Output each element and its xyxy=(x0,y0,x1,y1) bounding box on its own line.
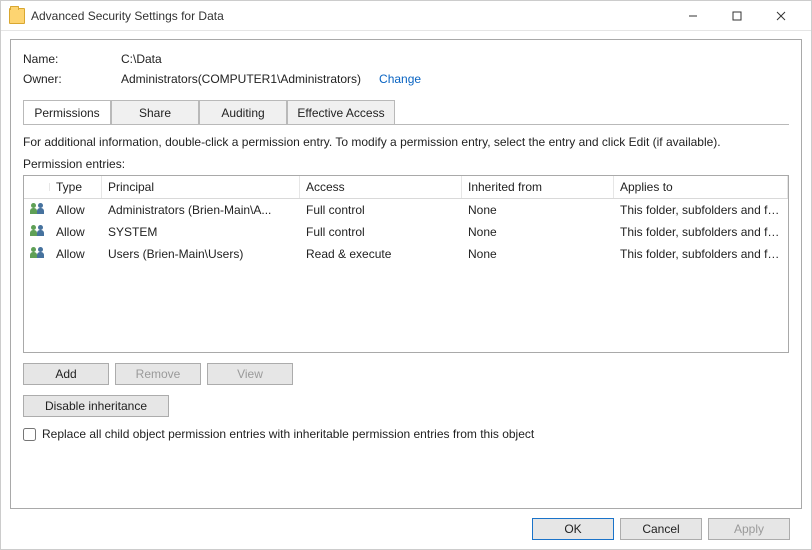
cell-applies: This folder, subfolders and files xyxy=(614,245,788,263)
entry-buttons: Add Remove View xyxy=(23,363,789,385)
cell-principal: Users (Brien-Main\Users) xyxy=(102,245,300,263)
tab-strip: Permissions Share Auditing Effective Acc… xyxy=(23,100,789,125)
minimize-button[interactable] xyxy=(671,2,715,30)
tab-share[interactable]: Share xyxy=(111,100,199,125)
users-group-icon xyxy=(30,247,46,261)
cell-applies: This folder, subfolders and files xyxy=(614,201,788,219)
users-group-icon xyxy=(30,225,46,239)
replace-checkbox[interactable] xyxy=(23,428,36,441)
remove-button[interactable]: Remove xyxy=(115,363,201,385)
ok-button[interactable]: OK xyxy=(532,518,614,540)
name-value: C:\Data xyxy=(121,52,162,66)
apply-button[interactable]: Apply xyxy=(708,518,790,540)
inheritance-buttons: Disable inheritance xyxy=(23,395,789,417)
window-frame: Advanced Security Settings for Data Name… xyxy=(0,0,812,550)
owner-value: Administrators(COMPUTER1\Administrators) xyxy=(121,72,361,86)
col-inherited[interactable]: Inherited from xyxy=(462,176,614,198)
dialog-footer: OK Cancel Apply xyxy=(10,509,802,549)
permission-entries-label: Permission entries: xyxy=(23,157,789,171)
titlebar[interactable]: Advanced Security Settings for Data xyxy=(1,1,811,31)
col-applies[interactable]: Applies to xyxy=(614,176,788,198)
cell-inherited: None xyxy=(462,245,614,263)
cell-principal: Administrators (Brien-Main\A... xyxy=(102,201,300,219)
owner-row: Owner: Administrators(COMPUTER1\Administ… xyxy=(23,72,789,86)
cell-principal: SYSTEM xyxy=(102,223,300,241)
cell-inherited: None xyxy=(462,223,614,241)
info-text: For additional information, double-click… xyxy=(23,135,789,149)
main-panel: Name: C:\Data Owner: Administrators(COMP… xyxy=(10,39,802,509)
close-button[interactable] xyxy=(759,2,803,30)
grid-header: Type Principal Access Inherited from App… xyxy=(24,176,788,199)
view-button[interactable]: View xyxy=(207,363,293,385)
tab-auditing[interactable]: Auditing xyxy=(199,100,287,125)
disable-inheritance-button[interactable]: Disable inheritance xyxy=(23,395,169,417)
cell-access: Full control xyxy=(300,223,462,241)
users-group-icon xyxy=(30,203,46,217)
cell-type: Allow xyxy=(50,201,102,219)
table-row[interactable]: Allow Administrators (Brien-Main\A... Fu… xyxy=(24,199,788,221)
add-button[interactable]: Add xyxy=(23,363,109,385)
window-controls xyxy=(671,2,803,30)
tab-divider xyxy=(23,124,789,125)
table-row[interactable]: Allow SYSTEM Full control None This fold… xyxy=(24,221,788,243)
name-row: Name: C:\Data xyxy=(23,52,789,66)
col-principal[interactable]: Principal xyxy=(102,176,300,198)
cancel-button[interactable]: Cancel xyxy=(620,518,702,540)
cell-applies: This folder, subfolders and files xyxy=(614,223,788,241)
cell-access: Read & execute xyxy=(300,245,462,263)
replace-checkbox-row[interactable]: Replace all child object permission entr… xyxy=(23,427,789,441)
maximize-button[interactable] xyxy=(715,2,759,30)
content-area: Name: C:\Data Owner: Administrators(COMP… xyxy=(1,31,811,549)
col-icon[interactable] xyxy=(24,183,50,191)
permission-grid[interactable]: Type Principal Access Inherited from App… xyxy=(23,175,789,353)
table-row[interactable]: Allow Users (Brien-Main\Users) Read & ex… xyxy=(24,243,788,265)
col-access[interactable]: Access xyxy=(300,176,462,198)
owner-label: Owner: xyxy=(23,72,121,86)
tab-effective-access[interactable]: Effective Access xyxy=(287,100,395,125)
cell-type: Allow xyxy=(50,223,102,241)
change-owner-link[interactable]: Change xyxy=(379,72,421,86)
replace-checkbox-label: Replace all child object permission entr… xyxy=(42,427,534,441)
cell-access: Full control xyxy=(300,201,462,219)
cell-type: Allow xyxy=(50,245,102,263)
folder-icon xyxy=(9,8,25,24)
tab-permissions[interactable]: Permissions xyxy=(23,100,111,125)
window-title: Advanced Security Settings for Data xyxy=(31,9,671,23)
col-type[interactable]: Type xyxy=(50,176,102,198)
name-label: Name: xyxy=(23,52,121,66)
cell-inherited: None xyxy=(462,201,614,219)
